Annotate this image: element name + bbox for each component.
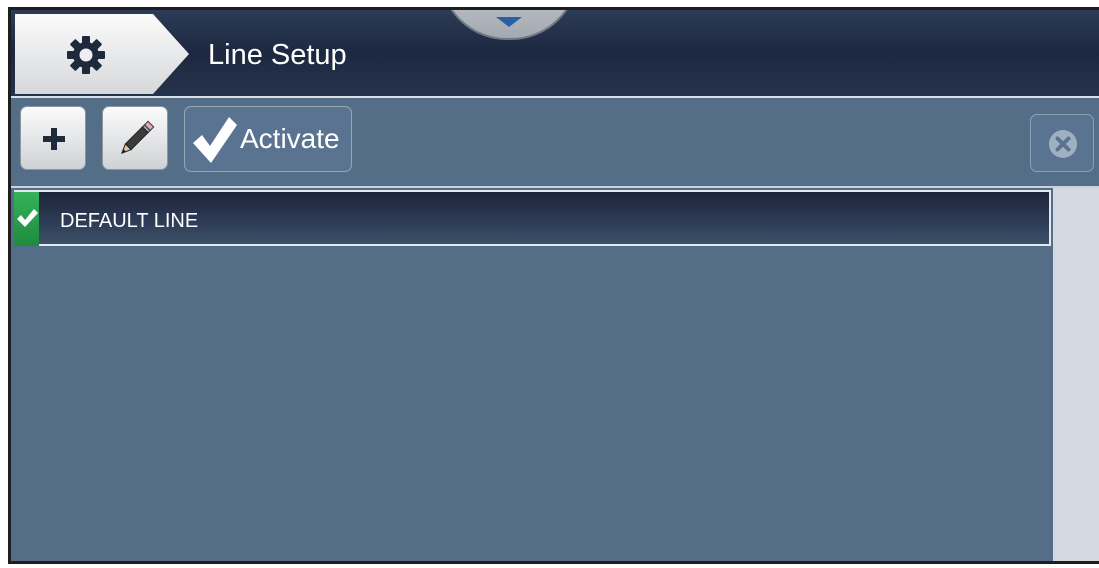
pencil-icon xyxy=(120,120,155,155)
list-item[interactable]: DEFAULT LINE xyxy=(14,190,1051,246)
close-icon xyxy=(1049,130,1077,158)
activate-button[interactable]: Activate xyxy=(184,106,352,172)
active-status-indicator xyxy=(14,192,39,246)
checkmark-icon xyxy=(193,117,237,163)
plus-icon xyxy=(43,128,65,150)
scrollbar[interactable] xyxy=(1053,188,1099,561)
chevron-down-icon xyxy=(496,17,522,27)
line-list: DEFAULT LINE xyxy=(11,188,1052,561)
gear-icon xyxy=(67,36,105,74)
home-button[interactable] xyxy=(15,14,189,94)
header-bar: Line Setup xyxy=(11,10,1099,98)
edit-line-button[interactable] xyxy=(102,106,168,170)
list-item-label: DEFAULT LINE xyxy=(60,210,199,232)
screen: Line Setup Activate DEFAULT LINE xyxy=(8,7,1099,564)
close-button[interactable] xyxy=(1030,114,1094,172)
toolbar: Activate xyxy=(11,98,1099,188)
checkmark-icon xyxy=(17,209,38,227)
activate-label: Activate xyxy=(240,123,340,154)
page-title: Line Setup xyxy=(208,39,347,71)
printer-ui-frame: Line Setup Activate DEFAULT LINE xyxy=(0,0,1099,568)
add-line-button[interactable] xyxy=(20,106,86,170)
pulldown-menu-tab[interactable] xyxy=(439,10,579,40)
